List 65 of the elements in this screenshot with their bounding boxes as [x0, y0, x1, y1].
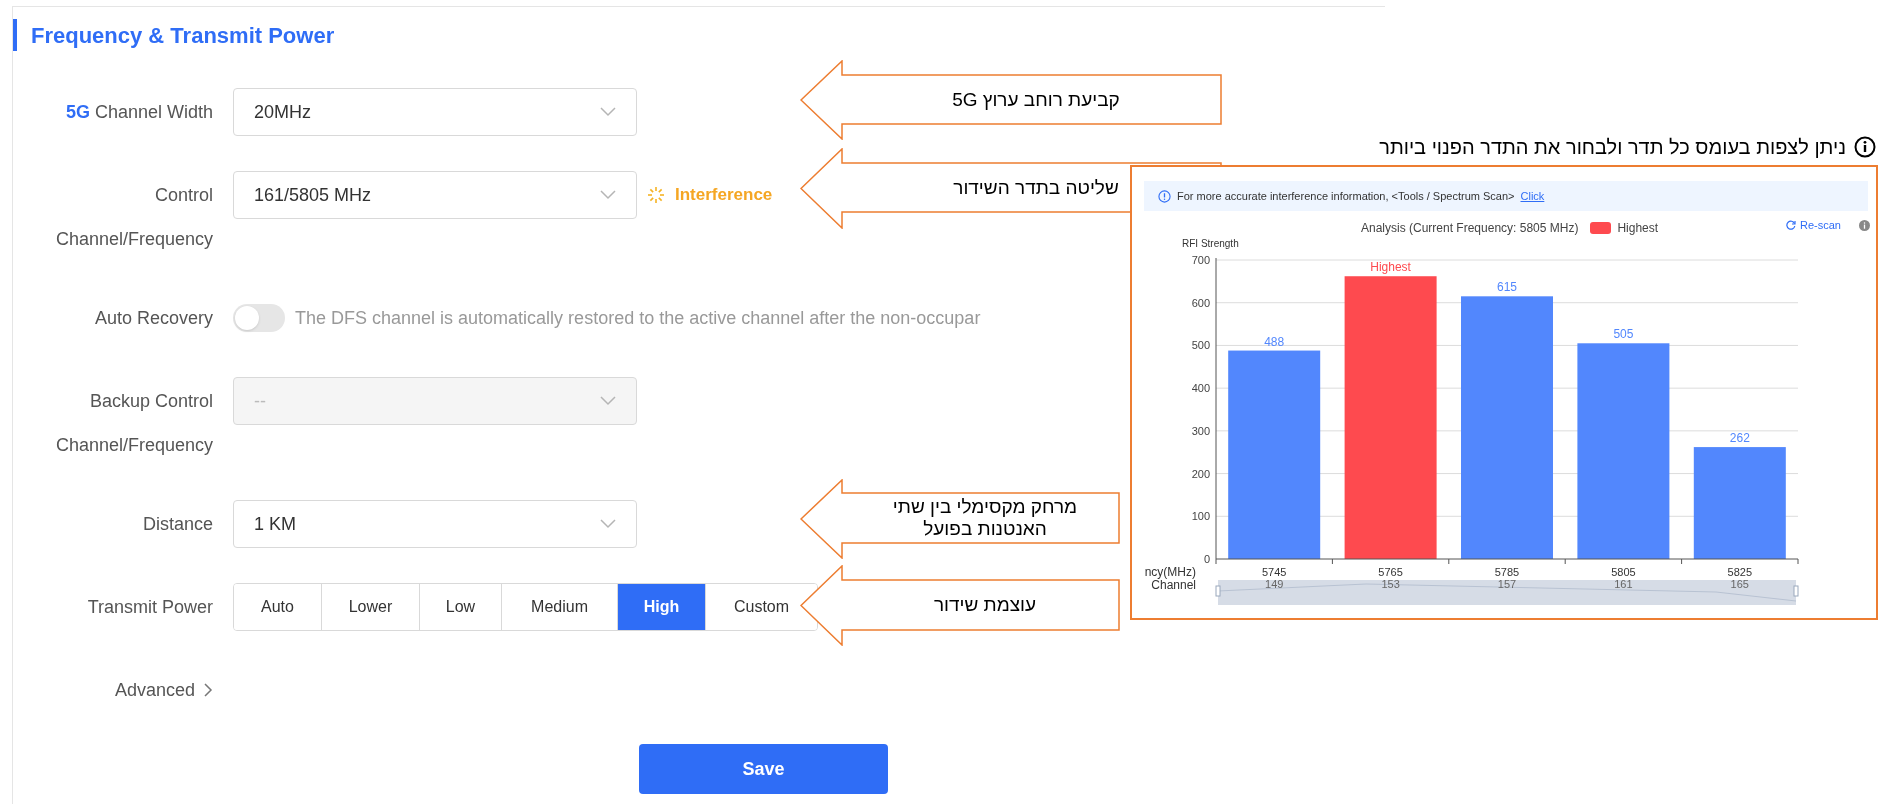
callout-arrow: מרחק מקסימלי בין שתי האנטנות בפועל	[800, 479, 1120, 559]
field-label: Channel/Frequency	[55, 227, 213, 251]
field-label: Auto Recovery	[94, 306, 213, 330]
tick-label: 100	[1191, 510, 1210, 523]
category-label: 5825	[1727, 566, 1753, 578]
axis-title: Channel	[1151, 578, 1196, 592]
field-label: Distance	[142, 512, 213, 536]
section-accent-bar	[13, 19, 17, 51]
power-option[interactable]: Custom	[705, 584, 817, 630]
value-label: 505	[1613, 327, 1634, 342]
interference-status: Interference	[675, 184, 773, 207]
tick-label: 300	[1191, 424, 1210, 437]
chart-title: Analysis (Current Frequency: 5805 MHz)	[1361, 220, 1579, 237]
dropdown-select[interactable]: 20MHz	[233, 88, 637, 136]
dropdown-select[interactable]: 1 KM	[233, 500, 637, 548]
field-label: Transmit Power	[87, 595, 213, 619]
toggle-switch[interactable]	[233, 304, 285, 332]
field-label: Control	[154, 183, 213, 207]
value-label: 488	[1264, 334, 1285, 349]
channel-label: 149	[1265, 578, 1284, 590]
category-label: 5765	[1378, 566, 1403, 578]
channel-label: 157	[1497, 578, 1517, 590]
zoom-slider[interactable]	[1215, 580, 1799, 605]
sun-icon	[647, 186, 665, 204]
section-title: Frequency & Transmit Power	[31, 21, 335, 50]
tick-label: 700	[1191, 254, 1210, 266]
save-button[interactable]: Save	[639, 744, 888, 794]
field-label: Backup Control	[89, 389, 213, 413]
power-option[interactable]: High	[617, 584, 705, 630]
refresh-icon[interactable]	[1786, 220, 1796, 231]
field-label: Channel/Frequency	[55, 433, 213, 457]
value-label: 615	[1497, 280, 1517, 295]
info-icon	[1158, 189, 1171, 203]
category-label: 5785	[1494, 566, 1520, 578]
value-label: Highest	[1370, 260, 1411, 275]
tick-label: 500	[1191, 339, 1210, 352]
tick-label: 400	[1191, 382, 1210, 395]
channel-label: 165	[1730, 578, 1749, 590]
field-label: 5G Channel Width	[65, 100, 213, 124]
legend-label: Highest	[1617, 220, 1659, 237]
tick-label: 200	[1191, 467, 1210, 480]
callout-arrow: עוצמת שידור	[800, 565, 1120, 646]
value-label: 262	[1729, 431, 1750, 446]
info-icon	[1854, 136, 1876, 158]
dropdown-select[interactable]: 161/5805 MHz	[233, 171, 637, 219]
channel-label: 161	[1614, 578, 1633, 590]
click-link[interactable]: Click	[1520, 187, 1545, 205]
chevron-right-icon[interactable]	[203, 682, 213, 698]
rescan-link[interactable]: Re-scan	[1800, 217, 1841, 234]
callout-arrow: קביעת רוחב ערוץ 5G	[800, 60, 1222, 140]
tick-label: 600	[1191, 296, 1210, 309]
help-icon[interactable]	[1858, 219, 1870, 231]
advanced-link[interactable]: Advanced	[114, 676, 195, 704]
chevron-down-icon	[600, 396, 616, 406]
channel-label: 153	[1381, 578, 1400, 590]
category-label: 5745	[1261, 566, 1287, 578]
chevron-down-icon	[600, 190, 616, 200]
tick-label: 0	[1203, 553, 1210, 565]
axis-title: RFI Strength	[1182, 238, 1239, 249]
chart-caption: ניתן לצפות בעומס כל תדר ולבחור את התדר הפנוי ביותר	[1379, 135, 1846, 160]
chevron-down-icon	[600, 519, 616, 529]
chevron-down-icon	[600, 107, 616, 117]
category-label: 5805	[1611, 566, 1636, 578]
toggle-description: The DFS channel is automatically restored to the active channel after the non-occupar	[295, 306, 981, 330]
axis-title: ncy(MHz)	[1144, 565, 1196, 579]
